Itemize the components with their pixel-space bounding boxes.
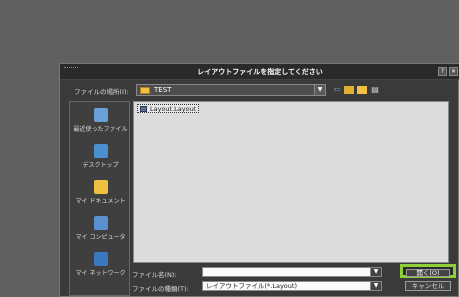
dialog-title: レイアウトファイルを指定してください [197, 68, 323, 76]
open-button-highlight: 開く(O) [400, 264, 456, 278]
new-folder-icon[interactable] [357, 86, 367, 94]
place-recent[interactable]: 最近使ったファイル [70, 108, 131, 133]
up-folder-icon[interactable] [344, 86, 354, 94]
open-button[interactable]: 開く(O) [406, 269, 450, 277]
my-documents-icon [93, 180, 108, 194]
lookin-label: ファイルの場所(I): [74, 88, 129, 96]
chevron-down-icon[interactable]: ▼ [370, 268, 381, 276]
place-my-network[interactable]: マイ ネットワーク [70, 252, 131, 277]
place-label: マイ コンピュータ [75, 234, 126, 241]
chevron-down-icon[interactable]: ▼ [314, 85, 325, 95]
lookin-dropdown[interactable]: TEST ▼ [136, 84, 326, 96]
place-label: 最近使ったファイル [73, 126, 128, 133]
filetype-label: ファイルの種類(T): [132, 285, 189, 293]
back-icon[interactable]: ⇦ [332, 85, 342, 95]
my-computer-icon [93, 216, 108, 230]
close-button[interactable]: ✕ [449, 67, 458, 76]
place-label: デスクトップ [82, 162, 119, 169]
place-desktop[interactable]: デスクトップ [70, 144, 131, 169]
place-label: マイ ネットワーク [75, 270, 126, 277]
desktop-icon [93, 144, 108, 158]
chevron-down-icon[interactable]: ▼ [370, 282, 381, 290]
layout-file-icon [140, 106, 147, 112]
place-label: マイ ドキュメント [75, 198, 126, 205]
list-item[interactable]: Layout.Layout [137, 104, 200, 113]
recent-files-icon [93, 108, 108, 122]
filetype-select[interactable]: レイアウトファイル(*.Layout) ▼ [202, 281, 382, 291]
desktop-background: レイアウトファイルを指定してください ? ✕ ファイルの場所(I): TEST … [0, 0, 459, 297]
open-file-dialog: レイアウトファイルを指定してください ? ✕ ファイルの場所(I): TEST … [59, 63, 459, 297]
filename-input[interactable]: ▼ [202, 267, 382, 277]
file-name: Layout.Layout [150, 105, 197, 113]
my-network-icon [93, 252, 108, 266]
view-menu-icon[interactable]: ▤ [370, 85, 380, 95]
place-my-computer[interactable]: マイ コンピュータ [70, 216, 131, 241]
file-list[interactable]: Layout.Layout [133, 101, 449, 263]
places-bar: 最近使ったファイル デスクトップ マイ ドキュメント マイ コンピュータ マイ … [69, 101, 130, 296]
folder-icon [140, 87, 150, 94]
filename-label: ファイル名(N): [132, 271, 177, 279]
title-bar[interactable]: レイアウトファイルを指定してください ? ✕ [60, 64, 459, 80]
help-button[interactable]: ? [438, 67, 447, 76]
cancel-button[interactable]: キャンセル [405, 281, 451, 291]
lookin-value: TEST [154, 86, 172, 94]
place-my-documents[interactable]: マイ ドキュメント [70, 180, 131, 205]
filetype-value: レイアウトファイル(*.Layout) [206, 282, 297, 290]
